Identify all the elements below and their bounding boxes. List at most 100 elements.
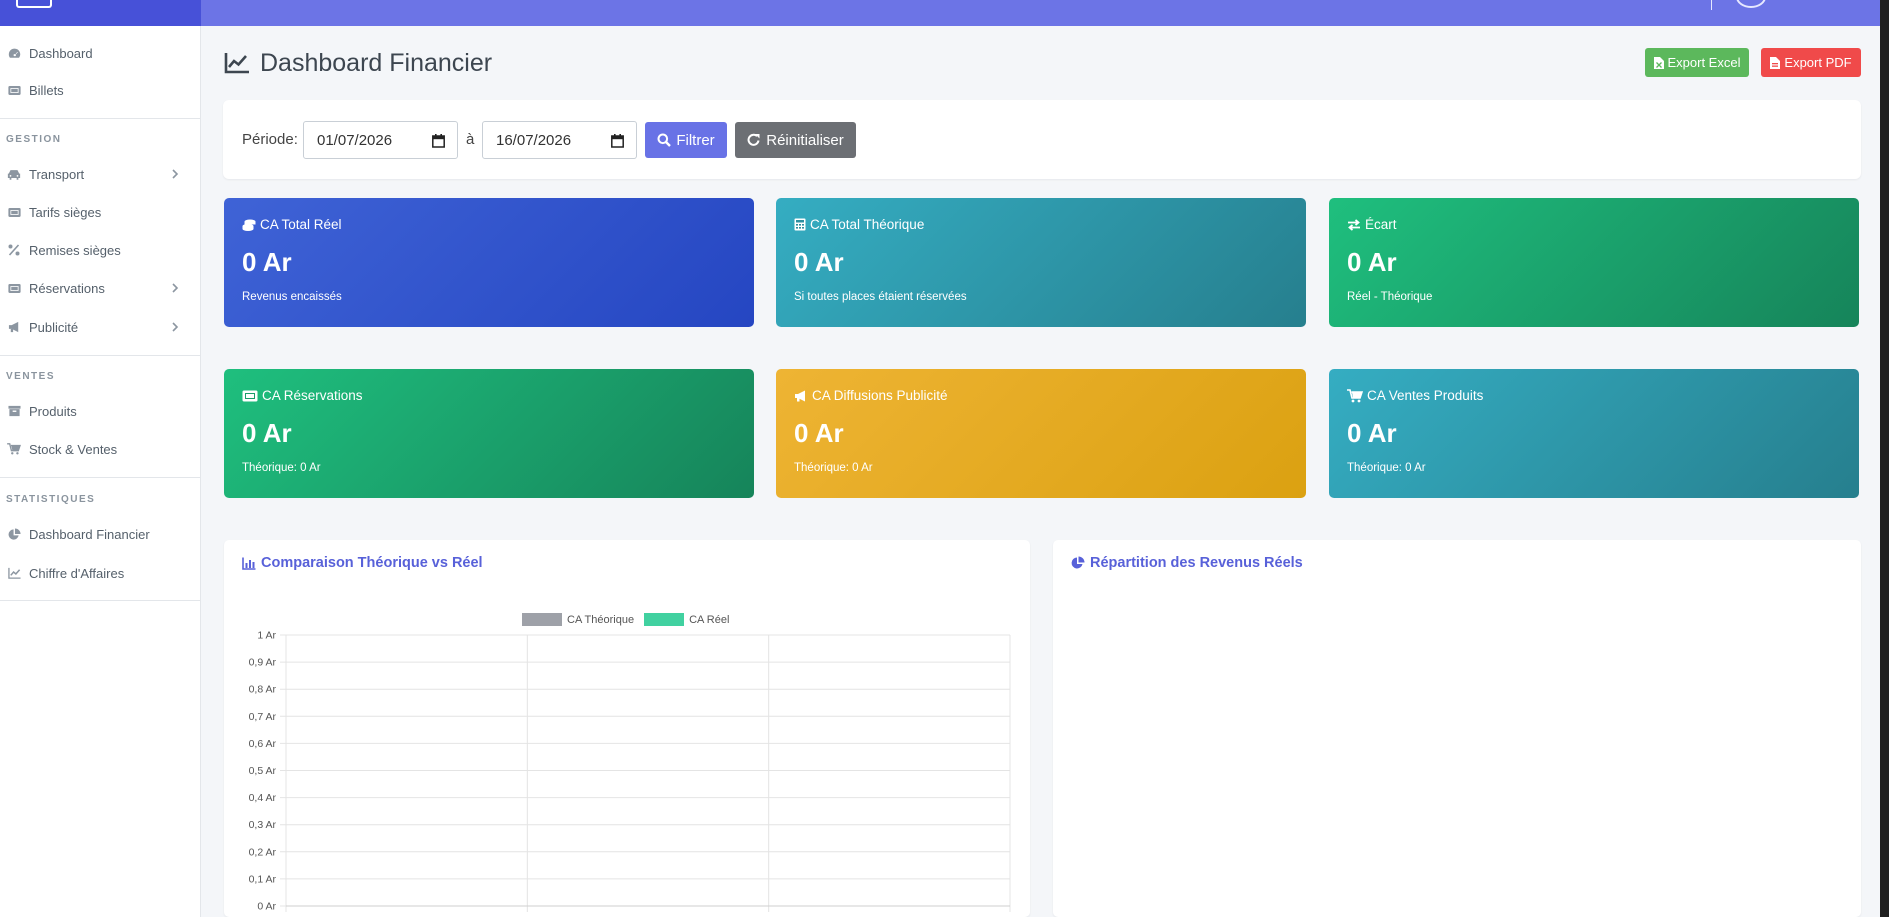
stat-card-title-text: CA Total Théorique — [810, 217, 925, 232]
sidebar-divider — [0, 600, 200, 601]
stat-card-ca-total-theorique: CA Total Théorique 0 Ar Si toutes places… — [776, 198, 1306, 327]
area-chart-icon — [224, 53, 249, 74]
sidebar-item-remises-sieges[interactable]: Remises sièges — [0, 232, 200, 268]
sidebar-item-label: Dashboard — [29, 45, 93, 61]
sidebar-item-dashboard-financier[interactable]: Dashboard Financier — [0, 516, 200, 552]
stat-card-subtitle: Théorique: 0 Ar — [1347, 462, 1426, 474]
sidebar-item-produits[interactable]: Produits — [0, 393, 200, 429]
stat-card-subtitle: Théorique: 0 Ar — [794, 462, 873, 474]
stat-card-title: CA Total Théorique — [794, 217, 924, 232]
chevron-right-icon — [168, 280, 182, 296]
sidebar-item-label: Chiffre d'Affaires — [29, 565, 125, 581]
periode-label: Période: — [242, 131, 298, 148]
calculator-icon — [794, 218, 806, 231]
stat-card-ecart: Écart 0 Ar Réel - Théorique — [1329, 198, 1859, 327]
stat-card-title: Écart — [1347, 217, 1397, 232]
chevron-right-icon — [168, 319, 182, 335]
sidebar-item-label: Billets — [29, 82, 64, 98]
distribution-chart-title: Répartition des Revenus Réels — [1071, 555, 1303, 571]
redo-icon — [747, 133, 760, 146]
export-pdf-button[interactable]: Export PDF — [1761, 48, 1861, 77]
user-avatar[interactable] — [1736, 0, 1766, 8]
calendar-icon — [432, 134, 445, 148]
brand-area[interactable] — [0, 0, 201, 26]
reset-button[interactable]: Réinitialiser — [735, 122, 856, 158]
ticket-icon — [7, 83, 21, 97]
date-from-value: 01/07/2026 — [317, 131, 393, 149]
stat-card-ca-diffusions-publicite: CA Diffusions Publicité 0 Ar Théorique: … — [776, 369, 1306, 498]
sidebar-item-label: Transport — [29, 166, 85, 182]
section-heading-statistiques: STATISTIQUES — [6, 494, 96, 505]
sidebar-item-billets[interactable]: Billets — [0, 72, 200, 108]
sidebar-item-transport[interactable]: Transport — [0, 156, 200, 192]
sidebar-item-label: Produits — [29, 403, 77, 419]
comparison-bar-chart: 0 Ar 0,1 Ar 0,2 Ar 0,3 Ar 0,4 Ar 0,5 Ar 0,6 Ar… — [249, 630, 1011, 913]
stat-card-title: CA Diffusions Publicité — [794, 388, 948, 403]
date-separator: à — [466, 131, 475, 148]
stat-card-subtitle: Théorique: 0 Ar — [242, 462, 321, 474]
stat-card-ca-total-reel: CA Total Réel 0 Ar Revenus encaissés — [224, 198, 754, 327]
stat-card-title: CA Réservations — [242, 388, 363, 403]
stat-card-title: CA Total Réel — [242, 217, 342, 232]
sidebar-divider — [0, 355, 200, 356]
sidebar-item-label: Remises sièges — [29, 242, 121, 258]
stat-card-ca-reservations: CA Réservations 0 Ar Théorique: 0 Ar — [224, 369, 754, 498]
filter-button-label: Filtrer — [676, 131, 715, 149]
sidebar-divider — [0, 477, 200, 478]
pie-chart-icon — [1071, 556, 1085, 569]
comparison-chart-panel: Comparaison Théorique vs Réel CA Théoriq… — [224, 540, 1030, 917]
stat-card-title-text: CA Réservations — [262, 388, 363, 403]
date-to-input[interactable]: 16/07/2026 — [482, 121, 637, 159]
sidebar-item-label: Tarifs sièges — [29, 204, 102, 220]
sidebar-item-tarifs-sieges[interactable]: Tarifs sièges — [0, 194, 200, 230]
date-from-input[interactable]: 01/07/2026 — [303, 121, 458, 159]
ticket-icon — [7, 281, 21, 295]
export-pdf-label: Export PDF — [1784, 55, 1852, 70]
stat-card-value: 0 Ar — [1347, 418, 1397, 448]
sidebar-item-stock-ventes[interactable]: Stock & Ventes — [0, 431, 200, 467]
search-icon — [657, 133, 672, 147]
section-heading-gestion: GESTION — [6, 134, 62, 145]
stat-card-value: 0 Ar — [242, 247, 292, 277]
sidebar-item-dashboard[interactable]: Dashboard — [0, 35, 200, 71]
distribution-chart-title-text: Répartition des Revenus Réels — [1090, 555, 1303, 571]
y-tick-label: 0,9 Ar — [249, 657, 277, 669]
ticket-icon — [242, 390, 258, 401]
stat-card-subtitle: Réel - Théorique — [1347, 291, 1433, 303]
sidebar: Dashboard Billets GESTION Transport Tari… — [0, 26, 201, 917]
top-navbar — [0, 0, 1889, 26]
sidebar-item-reservations[interactable]: Réservations — [0, 270, 200, 306]
file-excel-icon — [1653, 56, 1664, 69]
stat-card-value: 0 Ar — [1347, 247, 1397, 277]
percent-icon — [7, 243, 21, 257]
sidebar-item-chiffre-affaires[interactable]: Chiffre d'Affaires — [0, 555, 200, 591]
coins-icon — [242, 219, 256, 231]
line-chart-icon — [7, 566, 21, 580]
stat-card-ca-ventes-produits: CA Ventes Produits 0 Ar Théorique: 0 Ar — [1329, 369, 1859, 498]
stat-card-subtitle: Revenus encaissés — [242, 291, 342, 303]
page-title: Dashboard Financier — [224, 46, 492, 80]
sidebar-item-publicite[interactable]: Publicité — [0, 309, 200, 345]
filter-button[interactable]: Filtrer — [645, 122, 727, 158]
y-tick-label: 0,6 Ar — [249, 738, 277, 750]
y-tick-label: 0,1 Ar — [249, 873, 277, 885]
exchange-icon — [1348, 218, 1360, 231]
y-tick-label: 0,8 Ar — [249, 684, 277, 696]
stat-card-subtitle: Si toutes places étaient réservées — [794, 291, 967, 303]
y-tick-label: 0,4 Ar — [249, 792, 277, 804]
logo-icon — [16, 0, 52, 8]
sidebar-item-label: Publicité — [29, 319, 79, 335]
ticket-icon — [7, 205, 21, 219]
megaphone-icon — [7, 320, 21, 334]
date-to-value: 16/07/2026 — [496, 131, 572, 149]
export-excel-label: Export Excel — [1667, 55, 1741, 70]
y-tick-label: 1 Ar — [257, 630, 276, 642]
stat-card-title-text: CA Diffusions Publicité — [812, 388, 948, 403]
pie-chart-icon — [7, 527, 21, 541]
stat-card-value: 0 Ar — [242, 418, 292, 448]
stat-card-title-text: CA Total Réel — [260, 217, 342, 232]
export-excel-button[interactable]: Export Excel — [1645, 48, 1749, 77]
sidebar-item-label: Stock & Ventes — [29, 441, 118, 457]
calendar-icon — [611, 134, 624, 148]
megaphone-icon — [795, 390, 805, 401]
